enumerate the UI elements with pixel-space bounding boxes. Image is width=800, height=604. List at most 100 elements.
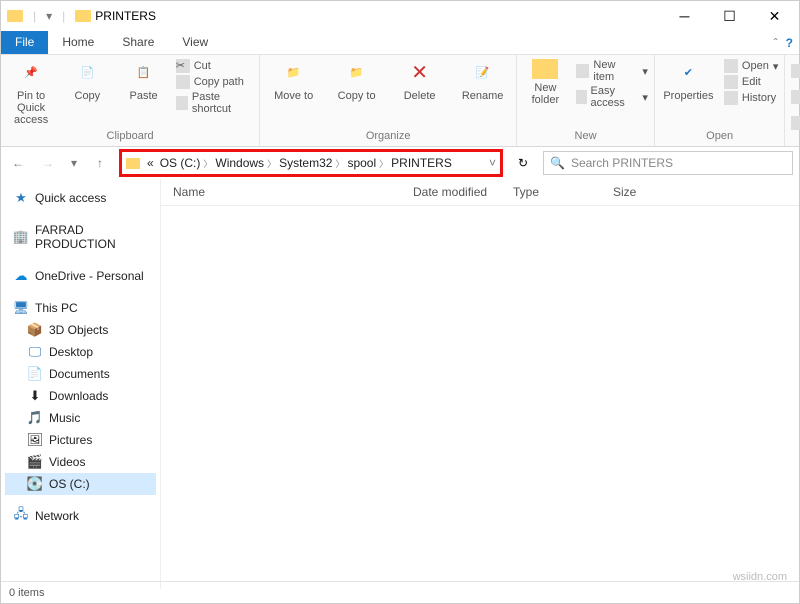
pin-to-quick-access-button[interactable]: 📌 Pin to Quick access: [7, 59, 55, 126]
help-icon[interactable]: ?: [786, 36, 793, 50]
documents-icon: 📄: [27, 367, 43, 381]
breadcrumb[interactable]: System32: [279, 156, 332, 170]
breadcrumb[interactable]: «: [147, 156, 154, 170]
column-type[interactable]: Type: [513, 185, 613, 199]
pc-icon: 🖥: [13, 301, 29, 315]
home-tab[interactable]: Home: [48, 31, 108, 54]
forward-button[interactable]: →: [37, 152, 59, 174]
edit-button[interactable]: Edit: [724, 75, 778, 89]
move-to-button[interactable]: 📁Move to: [266, 59, 321, 102]
column-headers[interactable]: Name Date modified Type Size: [161, 179, 799, 206]
file-list[interactable]: Name Date modified Type Size: [161, 179, 799, 589]
paste-button[interactable]: 📋 Paste: [119, 59, 167, 102]
select-all-button[interactable]: Select all: [791, 59, 800, 83]
edit-icon: [724, 75, 738, 89]
quick-access-toolbar-divider: |: [33, 9, 36, 23]
sidebar-item-documents[interactable]: 📄Documents: [5, 363, 156, 385]
sidebar-item-pictures[interactable]: 🖼Pictures: [5, 429, 156, 451]
delete-icon: ✕: [406, 59, 434, 87]
column-date[interactable]: Date modified: [413, 185, 513, 199]
sidebar-item-onedrive[interactable]: ☁OneDrive - Personal: [5, 265, 156, 287]
back-button[interactable]: ←: [7, 152, 29, 174]
column-name[interactable]: Name: [173, 185, 413, 199]
breadcrumb[interactable]: OS (C:): [160, 156, 201, 170]
chevron-right-icon[interactable]: 〉: [203, 157, 212, 170]
cube-icon: 📦: [27, 323, 43, 337]
minimize-button[interactable]: ─: [662, 2, 707, 30]
invert-selection-icon: [791, 116, 800, 130]
select-none-icon: [791, 90, 800, 104]
watermark: wsiidn.com: [733, 571, 787, 583]
new-item-button[interactable]: New item ▾: [576, 59, 648, 83]
group-label: Select: [791, 135, 800, 151]
sidebar-item-downloads[interactable]: ⬇Downloads: [5, 385, 156, 407]
new-item-icon: [576, 64, 590, 78]
refresh-button[interactable]: ↻: [511, 156, 535, 170]
breadcrumb[interactable]: Windows: [215, 156, 264, 170]
sidebar-item-videos[interactable]: 🎬Videos: [5, 451, 156, 473]
window-title: PRINTERS: [95, 9, 156, 23]
copy-to-button[interactable]: 📁Copy to: [329, 59, 384, 102]
close-button[interactable]: ✕: [752, 2, 797, 30]
chevron-right-icon[interactable]: 〉: [335, 157, 344, 170]
open-icon: [724, 59, 738, 73]
sidebar-item-3d-objects[interactable]: 📦3D Objects: [5, 319, 156, 341]
select-none-button[interactable]: Select none: [791, 85, 800, 109]
ribbon: 📌 Pin to Quick access 📄 Copy 📋 Paste ✂Cu…: [1, 55, 799, 147]
star-icon: ★: [13, 191, 29, 205]
sidebar-item-music[interactable]: 🎵Music: [5, 407, 156, 429]
breadcrumb[interactable]: spool: [347, 156, 376, 170]
select-all-icon: [791, 64, 800, 78]
group-clipboard: 📌 Pin to Quick access 📄 Copy 📋 Paste ✂Cu…: [1, 55, 260, 146]
paste-shortcut-button[interactable]: Paste shortcut: [176, 91, 253, 115]
cut-button[interactable]: ✂Cut: [176, 59, 253, 73]
sidebar-item-desktop[interactable]: 🖵Desktop: [5, 341, 156, 363]
building-icon: 🏢: [13, 230, 29, 244]
recent-locations-button[interactable]: ▾: [67, 152, 81, 174]
qat-dropdown-icon[interactable]: ▾: [46, 9, 52, 23]
history-icon: [724, 91, 738, 105]
paste-icon: 📋: [130, 59, 158, 87]
group-label: Open: [661, 128, 778, 144]
file-tab[interactable]: File: [1, 31, 48, 54]
title-bar: | ▾ | PRINTERS ─ ☐ ✕: [1, 1, 799, 31]
sidebar-item-network[interactable]: 🖧Network: [5, 505, 156, 527]
history-button[interactable]: History: [724, 91, 778, 105]
sidebar-item-quick-access[interactable]: ★Quick access: [5, 187, 156, 209]
copy-to-icon: 📁: [343, 59, 371, 87]
copy-path-button[interactable]: Copy path: [176, 75, 253, 89]
chevron-right-icon[interactable]: 〉: [267, 157, 276, 170]
pin-label: Pin to Quick access: [7, 90, 55, 126]
ribbon-tabs: File Home Share View ˆ ?: [1, 31, 799, 55]
column-size[interactable]: Size: [613, 185, 693, 199]
open-button[interactable]: Open ▾: [724, 59, 778, 73]
address-bar[interactable]: « OS (C:)〉 Windows〉 System32〉 spool〉 PRI…: [119, 149, 503, 177]
rename-button[interactable]: 📝Rename: [455, 59, 510, 102]
copy-icon: 📄: [73, 59, 101, 87]
view-tab[interactable]: View: [168, 31, 222, 54]
invert-selection-button[interactable]: Invert selection: [791, 111, 800, 135]
chevron-right-icon[interactable]: 〉: [379, 157, 388, 170]
network-icon: 🖧: [13, 509, 29, 523]
properties-button[interactable]: ✔Properties: [661, 59, 716, 102]
address-dropdown-icon[interactable]: ˅: [489, 156, 496, 170]
easy-access-button[interactable]: Easy access ▾: [576, 85, 648, 109]
address-folder-icon: [126, 158, 140, 169]
breadcrumb[interactable]: PRINTERS: [391, 156, 452, 170]
status-bar: 0 items: [1, 581, 799, 603]
ribbon-collapse-icon[interactable]: ˆ: [774, 36, 778, 50]
desktop-icon: 🖵: [27, 345, 43, 359]
pin-icon: 📌: [17, 59, 45, 87]
copy-button[interactable]: 📄 Copy: [63, 59, 111, 102]
new-folder-button[interactable]: New folder: [523, 59, 568, 106]
sidebar-item-this-pc[interactable]: 🖥This PC: [5, 297, 156, 319]
maximize-button[interactable]: ☐: [707, 2, 752, 30]
group-open: ✔Properties Open ▾ Edit History Open: [655, 55, 785, 146]
search-placeholder: Search PRINTERS: [571, 156, 673, 170]
search-input[interactable]: 🔍 Search PRINTERS: [543, 151, 793, 175]
share-tab[interactable]: Share: [108, 31, 168, 54]
sidebar-item-farrad[interactable]: 🏢FARRAD PRODUCTION: [5, 219, 156, 255]
delete-button[interactable]: ✕Delete: [392, 59, 447, 102]
up-button[interactable]: ↑: [89, 152, 111, 174]
sidebar-item-os-c[interactable]: 💽OS (C:): [5, 473, 156, 495]
